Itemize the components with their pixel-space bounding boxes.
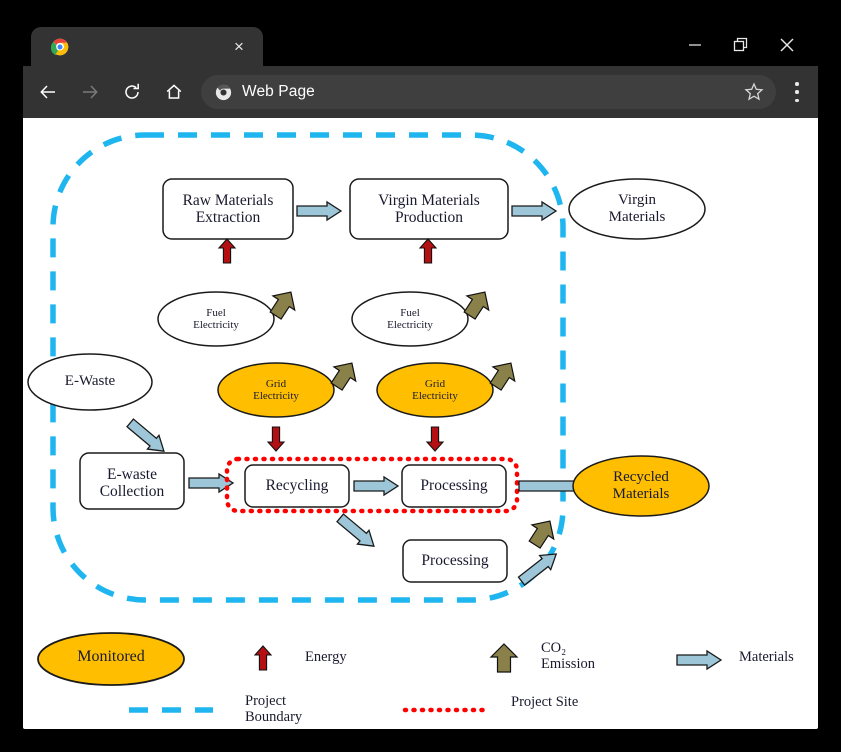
maximize-button[interactable] bbox=[718, 23, 764, 66]
legend-energy-icon bbox=[254, 645, 272, 671]
node-fuel-electricity-2[interactable] bbox=[351, 291, 469, 347]
node-grid-electricity-1[interactable] bbox=[217, 362, 335, 418]
arrow-production-to-virgin-materials bbox=[511, 201, 557, 221]
diagram-svg bbox=[27, 132, 722, 713]
forward-button[interactable] bbox=[73, 75, 107, 109]
page-viewport: Raw Materials Extraction Virgin Material… bbox=[23, 118, 818, 729]
lifecycle-flow-diagram: Raw Materials Extraction Virgin Material… bbox=[23, 118, 818, 729]
node-processing-2[interactable] bbox=[402, 539, 508, 583]
node-virgin-materials[interactable] bbox=[568, 178, 706, 240]
node-grid-electricity-2[interactable] bbox=[376, 362, 494, 418]
energy-arrow-to-virgin-production bbox=[419, 238, 437, 264]
browser-window: × Web Page Raw Materials Extraction Virg… bbox=[23, 23, 818, 729]
browser-toolbar: Web Page bbox=[23, 66, 818, 118]
address-bar[interactable]: Web Page bbox=[201, 75, 776, 109]
screenshot-root: × Web Page Raw Materials Extraction Virg… bbox=[0, 0, 841, 752]
node-fuel-electricity-1[interactable] bbox=[157, 291, 275, 347]
arrow-e-waste-to-collection bbox=[123, 415, 171, 459]
chrome-favicon-icon bbox=[50, 38, 69, 56]
node-e-waste-collection[interactable] bbox=[79, 452, 185, 510]
home-button[interactable] bbox=[157, 75, 191, 109]
arrow-recycling-to-processing bbox=[353, 476, 399, 496]
reload-button[interactable] bbox=[115, 75, 149, 109]
node-recycling[interactable] bbox=[244, 464, 350, 508]
window-controls bbox=[672, 23, 810, 66]
tab-close-icon[interactable]: × bbox=[229, 37, 249, 57]
arrow-extraction-to-production bbox=[296, 201, 342, 221]
minimize-button[interactable] bbox=[672, 23, 718, 66]
node-virgin-materials-production[interactable] bbox=[349, 178, 509, 240]
co2-arrow-processing-2 bbox=[523, 513, 562, 553]
arrow-processing-2-output bbox=[515, 546, 563, 589]
legend-materials-icon bbox=[676, 650, 722, 670]
arrow-recycling-to-processing-2 bbox=[333, 510, 381, 554]
title-bar: × bbox=[23, 23, 818, 66]
node-recycled-materials[interactable] bbox=[572, 455, 710, 517]
legend-monitored-swatch bbox=[37, 632, 185, 686]
energy-arrow-to-extraction bbox=[218, 238, 236, 264]
node-raw-materials-extraction[interactable] bbox=[162, 178, 294, 240]
page-shield-icon bbox=[215, 84, 232, 101]
back-button[interactable] bbox=[31, 75, 65, 109]
browser-menu-button[interactable] bbox=[787, 82, 807, 102]
node-e-waste[interactable] bbox=[27, 353, 153, 411]
address-bar-text: Web Page bbox=[242, 83, 315, 100]
node-processing-1[interactable] bbox=[401, 464, 507, 508]
energy-arrow-to-processing bbox=[426, 426, 444, 452]
legend-co2-icon bbox=[490, 643, 518, 673]
close-button[interactable] bbox=[764, 23, 810, 66]
bookmark-star-icon[interactable] bbox=[744, 82, 764, 102]
browser-tab[interactable]: × bbox=[31, 27, 263, 66]
energy-arrow-to-recycling bbox=[267, 426, 285, 452]
